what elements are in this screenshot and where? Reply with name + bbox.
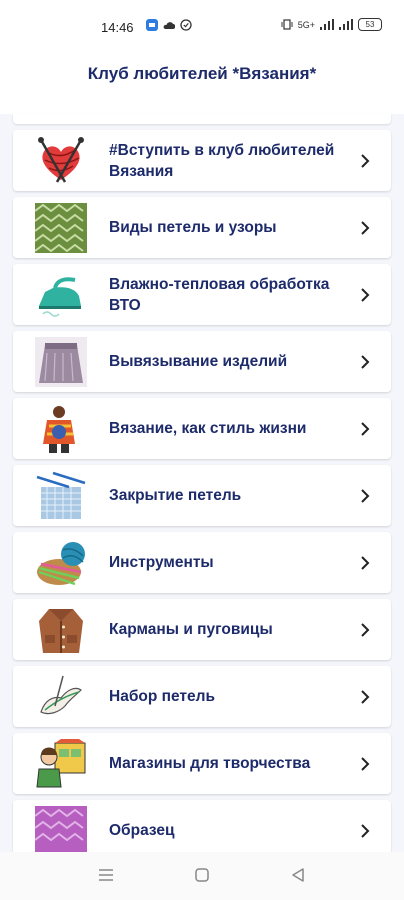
chevron-right-icon xyxy=(361,288,370,302)
list-item-label: Магазины для творчества xyxy=(109,755,311,772)
list-item-craft-shops[interactable]: Магазины для творчества xyxy=(13,733,391,794)
app-notification-icon xyxy=(146,19,158,31)
page-title: Клуб любителей *Вязания* xyxy=(87,64,317,83)
binding-off-icon xyxy=(36,471,86,519)
casting-on-icon xyxy=(40,675,82,715)
cloud-icon xyxy=(163,22,175,29)
knit-woman-icon xyxy=(43,406,75,453)
chevron-right-icon xyxy=(361,623,370,637)
yarn-tools-icon xyxy=(37,542,85,586)
vibrate-icon xyxy=(281,19,293,30)
list-item-label: Набор петель xyxy=(109,688,215,705)
shield-check-icon xyxy=(180,19,192,31)
list-item-casting-on[interactable]: Набор петель xyxy=(13,666,391,727)
knit-pattern-icon xyxy=(35,203,87,253)
list-item-label: Карманы и пуговицы xyxy=(109,621,273,638)
list-item-join-club[interactable]: #Вступить в клуб любителей Вязания xyxy=(13,130,391,191)
list-item-label: Вывязывание изделий xyxy=(109,353,288,370)
list-item-binding-off[interactable]: Закрытие петель xyxy=(13,465,391,526)
steam-iron-icon xyxy=(39,277,81,317)
yarn-heart-icon xyxy=(38,137,84,183)
chevron-right-icon xyxy=(361,824,370,838)
list-item-tools[interactable]: Инструменты xyxy=(13,532,391,593)
menu-list: #Вступить в клуб любителей Вязания Виды … xyxy=(13,114,391,867)
chevron-right-icon xyxy=(361,355,370,369)
chevron-right-icon xyxy=(361,221,370,235)
list-item-label: Вязание, как стиль жизни xyxy=(109,420,307,437)
signal-icon-2 xyxy=(339,19,353,30)
knit-sample-icon xyxy=(35,806,87,856)
list-item-label: Влажно-тепловая обработка ВТО xyxy=(109,275,330,314)
chevron-right-icon xyxy=(361,757,370,771)
battery-icon: 53 xyxy=(358,18,382,31)
chevron-right-icon xyxy=(361,556,370,570)
list-item-label: Закрытие петель xyxy=(109,487,242,504)
network-type: 5G+ xyxy=(297,19,315,30)
menu-icon[interactable] xyxy=(98,868,114,882)
chevron-right-icon xyxy=(361,489,370,503)
status-bar: 14:46 5G+ 53 xyxy=(0,0,404,40)
list-item-steam-treatment[interactable]: Влажно-тепловая обработка ВТО xyxy=(13,264,391,325)
status-time: 14:46 xyxy=(101,20,134,35)
list-item-partial xyxy=(13,114,391,124)
list-item-label: Инструменты xyxy=(109,554,214,571)
list-item-stitch-types[interactable]: Виды петель и узоры xyxy=(13,197,391,258)
cardigan-icon xyxy=(39,609,83,653)
chevron-right-icon xyxy=(361,422,370,436)
home-icon[interactable] xyxy=(195,868,209,882)
chevron-right-icon xyxy=(361,154,370,168)
list-item-pockets-buttons[interactable]: Карманы и пуговицы xyxy=(13,599,391,660)
list-item-knitting-items[interactable]: Вывязывание изделий xyxy=(13,331,391,392)
chevron-right-icon xyxy=(361,690,370,704)
list-item-lifestyle[interactable]: Вязание, как стиль жизни xyxy=(13,398,391,459)
list-item-label: Виды петель и узоры xyxy=(109,219,277,236)
back-icon[interactable] xyxy=(291,868,305,882)
knit-skirt-icon xyxy=(35,337,87,387)
craft-shop-icon xyxy=(36,739,86,788)
signal-icon xyxy=(320,19,334,30)
system-nav-bar xyxy=(0,852,404,900)
list-item-label: #Вступить в клуб любителей Вязания xyxy=(109,141,335,180)
